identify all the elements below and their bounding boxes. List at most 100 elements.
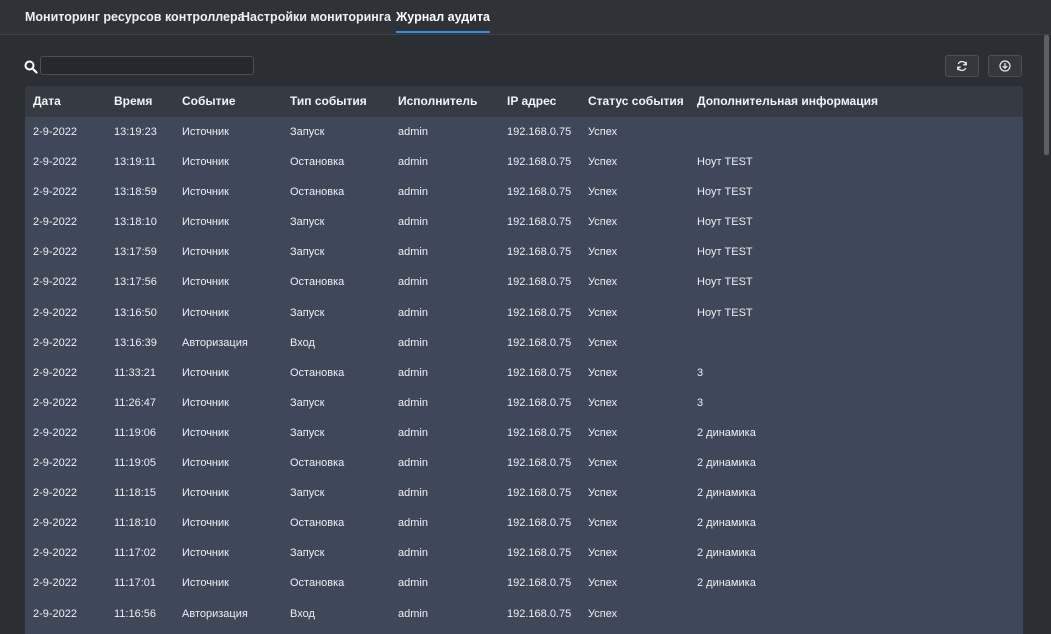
cell-event-status: Успех [588,607,618,620]
cell-event-type: Запуск [290,487,325,500]
cell-event-type: Запуск [290,396,325,409]
cell-ip-address: 192.168.0.75 [507,336,572,349]
cell-event: Источник [182,246,229,259]
column-header-ip-address[interactable]: IP адрес [507,86,556,117]
cell-date: 2-9-2022 [33,126,78,138]
cell-date: 2-9-2022 [33,246,78,259]
cell-date: 2-9-2022 [33,366,78,379]
cell-event: Источник [182,126,229,138]
cell-event-status: Успех [588,186,618,199]
column-header-event-type[interactable]: Тип события [290,86,367,117]
cell-event-status: Успех [588,246,618,259]
download-button[interactable] [988,55,1022,77]
table-row[interactable]: 2-9-2022 13:19:23 Источник Запуск admin 192.1… [25,117,1023,147]
table-row[interactable]: 2-9-2022 13:18:59 Источник Остановка admin 19… [25,177,1023,207]
cell-event-status: Успех [588,547,618,560]
cell-executor: admin [398,336,428,349]
cell-event-status: Успех [588,366,618,379]
cell-additional-info: 3 [697,366,704,379]
cell-event: Источник [182,216,229,229]
cell-date: 2-9-2022 [33,156,78,169]
cell-ip-address: 192.168.0.75 [507,547,572,560]
cell-date: 2-9-2022 [33,457,78,470]
column-header-date[interactable]: Дата [33,86,61,117]
column-header-event[interactable]: Событие [182,86,236,117]
cell-executor: admin [398,276,428,289]
cell-additional-info: 2 динамика [697,547,756,560]
search-icon [24,60,38,74]
cell-event: Источник [182,366,229,379]
cell-event-status: Успех [588,306,618,319]
cell-date: 2-9-2022 [33,517,78,530]
column-header-event-status[interactable]: Статус события [588,86,684,117]
cell-event-status: Успех [588,216,618,229]
download-icon [999,60,1011,72]
table-row[interactable]: 2-9-2022 13:16:50 Источник Запуск admin 192.1… [25,298,1023,328]
cell-executor: admin [398,216,428,229]
cell-date: 2-9-2022 [33,336,78,349]
cell-event-status: Успех [588,126,618,138]
table-row[interactable]: 2-9-2022 13:19:11 Источник Остановка admin 19… [25,147,1023,177]
table-row[interactable]: 2-9-2022 11:26:47 Источник Запуск admin 192.1… [25,388,1023,418]
table-row[interactable]: 2-9-2022 11:17:01 Источник Остановка admin 19… [25,568,1023,598]
cell-additional-info: 2 динамика [697,577,756,590]
cell-event-type: Запуск [290,216,325,229]
cell-event-type: Остановка [290,276,345,289]
cell-event-status: Успех [588,156,618,169]
tab-monitoring-settings[interactable]: Настройки мониторинга [241,0,391,34]
cell-additional-info: 2 динамика [697,517,756,530]
refresh-button[interactable] [945,55,979,77]
cell-date: 2-9-2022 [33,186,78,199]
table-row[interactable]: 2-9-2022 11:19:05 Источник Остановка admin 19… [25,448,1023,478]
table-body: 2-9-2022 13:19:23 Источник Запуск admin 192.1… [25,117,1023,629]
cell-date: 2-9-2022 [33,547,78,560]
cell-ip-address: 192.168.0.75 [507,306,572,319]
cell-event: Авторизация [182,336,248,349]
cell-additional-info: Ноут TEST [697,186,753,199]
cell-event: Источник [182,396,229,409]
cell-event-status: Успех [588,396,618,409]
cell-event-type: Вход [290,336,315,349]
vertical-scrollbar[interactable] [1044,35,1049,155]
cell-ip-address: 192.168.0.75 [507,517,572,530]
cell-ip-address: 192.168.0.75 [507,426,572,439]
search-input[interactable] [40,56,254,75]
cell-event-type: Вход [290,607,315,620]
cell-event-status: Успех [588,336,618,349]
tab-controller-resources[interactable]: Мониторинг ресурсов контроллера [25,0,245,34]
cell-event-status: Успех [588,276,618,289]
cell-executor: admin [398,306,428,319]
table-row[interactable]: 2-9-2022 13:18:10 Источник Запуск admin 192.1… [25,207,1023,237]
cell-time: 11:17:01 [114,577,157,590]
cell-event: Источник [182,547,229,560]
cell-executor: admin [398,607,428,620]
column-header-additional-info[interactable]: Дополнительная информация [697,86,878,117]
cell-executor: admin [398,246,428,259]
cell-ip-address: 192.168.0.75 [507,276,572,289]
table-row[interactable]: 2-9-2022 11:18:15 Источник Запуск admin 192.1… [25,478,1023,508]
column-header-executor[interactable]: Исполнитель [398,86,477,117]
table-row[interactable]: 2-9-2022 11:17:02 Источник Запуск admin 192.1… [25,538,1023,568]
table-row[interactable]: 2-9-2022 11:16:56 Авторизация Вход admin 192.… [25,599,1023,629]
table-row[interactable]: 2-9-2022 11:19:06 Источник Запуск admin 192.1… [25,418,1023,448]
table-row[interactable]: 2-9-2022 13:17:59 Источник Запуск admin 192.1… [25,237,1023,267]
table-row[interactable]: 2-9-2022 11:18:10 Источник Остановка admin 19… [25,508,1023,538]
audit-table: Дата Время Событие Тип события Исполните… [25,86,1023,634]
table-row[interactable]: 2-9-2022 13:16:39 Авторизация Вход admin 192.… [25,328,1023,358]
cell-time: 13:19:23 [114,126,157,138]
cell-ip-address: 192.168.0.75 [507,126,572,138]
cell-event: Авторизация [182,607,248,620]
cell-additional-info: Ноут TEST [697,276,753,289]
tab-audit-log[interactable]: Журнал аудита [396,0,490,34]
cell-event: Источник [182,186,229,199]
table-row[interactable]: 2-9-2022 11:33:21 Источник Остановка admin 19… [25,358,1023,388]
table-row[interactable]: 2-9-2022 13:17:56 Источник Остановка admin 19… [25,267,1023,297]
cell-date: 2-9-2022 [33,216,78,229]
cell-ip-address: 192.168.0.75 [507,487,572,500]
cell-time: 11:33:21 [114,366,157,379]
cell-event-type: Запуск [290,126,325,138]
cell-event-type: Остановка [290,517,345,530]
cell-executor: admin [398,126,428,138]
column-header-time[interactable]: Время [114,86,152,117]
cell-date: 2-9-2022 [33,396,78,409]
